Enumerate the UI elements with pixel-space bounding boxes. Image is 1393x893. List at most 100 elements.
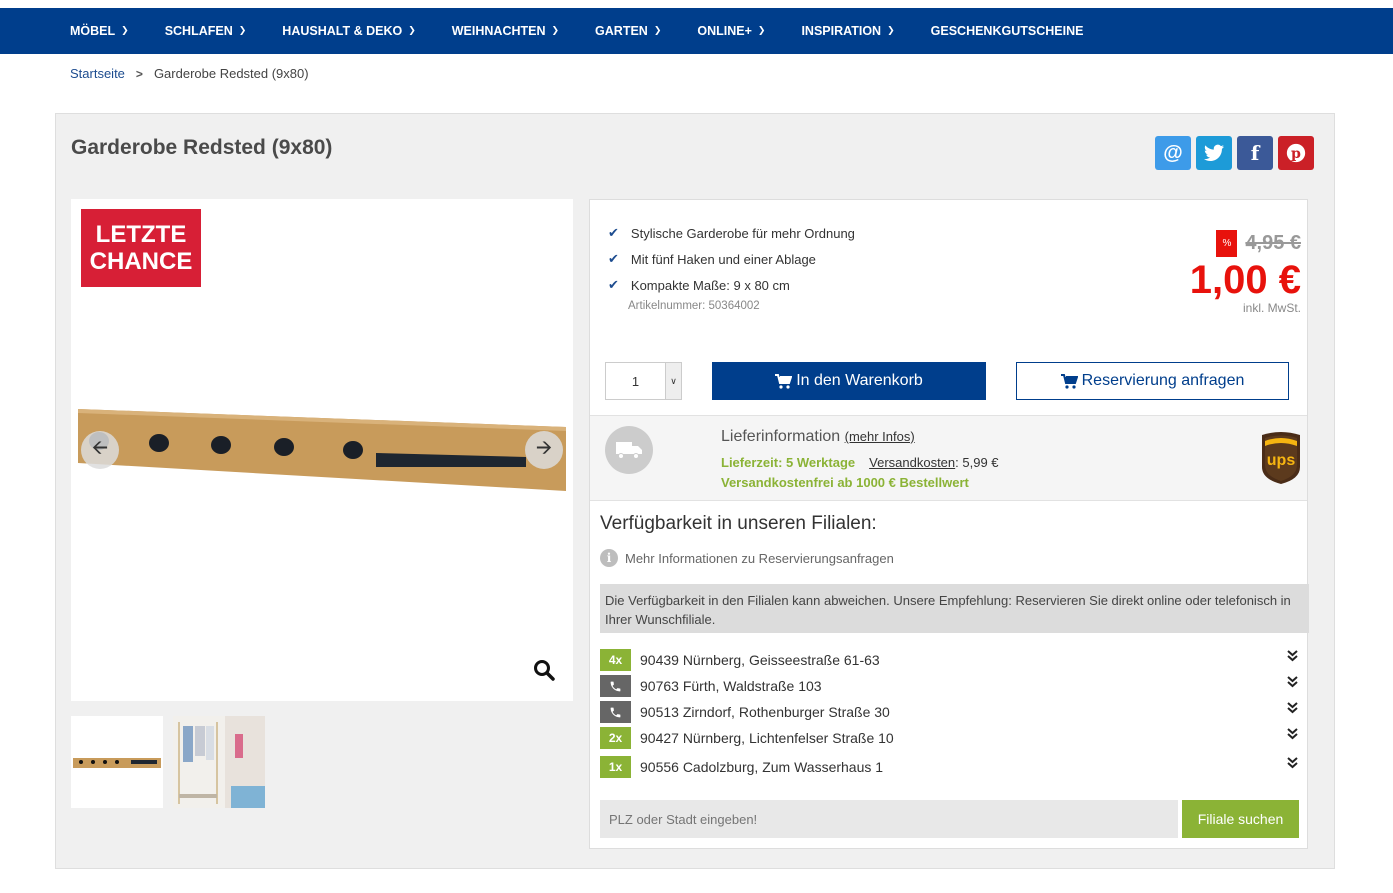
chevron-down-icon: ❯	[887, 24, 895, 35]
phone-icon	[610, 707, 621, 717]
zoom-button[interactable]	[533, 659, 555, 686]
nav-item-geschenkgutscheine[interactable]: GESCHENKGUTSCHEINE	[931, 24, 1084, 38]
nav-item-online-plus[interactable]: ONLINE+ ❯	[697, 24, 765, 38]
feature-text: Mit fünf Haken und einer Ablage	[630, 251, 816, 267]
thumbnail-image	[73, 758, 161, 768]
double-chevron-down-icon[interactable]	[1287, 702, 1298, 717]
nav-item-inspiration[interactable]: INSPIRATION ❯	[801, 24, 894, 38]
cart-icon	[775, 373, 793, 389]
nav-item-label: SCHLAFEN	[164, 24, 233, 38]
at-icon: @	[1163, 141, 1183, 164]
branch-row[interactable]: 90513 Zirndorf, Rothenburger Straße 30	[600, 699, 1300, 725]
availability-title: Verfügbarkeit in unseren Filialen:	[600, 513, 877, 534]
delivery-title: Lieferinformation (mehr Infos)	[721, 428, 915, 446]
current-price: 1,00 €	[1189, 258, 1301, 302]
add-to-cart-button[interactable]: In den Warenkorb	[712, 362, 986, 400]
feature-list: ✔ Stylische Garderobe für mehr Ordnung ✔ M…	[608, 220, 855, 312]
share-email-button[interactable]: @	[1155, 136, 1191, 170]
chevron-down-icon: ❯	[121, 24, 129, 35]
stock-badge: 2x	[600, 727, 631, 749]
nav-item-schlafen[interactable]: SCHLAFEN ❯	[165, 24, 247, 38]
nav-item-label: ONLINE+	[697, 24, 752, 38]
branch-name: 90513 Zirndorf, Rothenburger Straße 30	[640, 704, 890, 720]
nav-item-moebel[interactable]: MÖBEL ❯	[70, 24, 129, 38]
share-buttons: @ f p	[1155, 136, 1314, 170]
chevron-down-icon[interactable]: ∨	[665, 363, 681, 399]
magnifier-icon	[534, 660, 555, 681]
pinterest-icon: p	[1286, 143, 1306, 163]
branch-search-input[interactable]	[600, 800, 1178, 838]
chevron-down-icon: ❯	[653, 24, 662, 35]
share-facebook-button[interactable]: f	[1237, 136, 1273, 170]
branch-name: 90439 Nürnberg, Geisseestraße 61-63	[640, 652, 880, 668]
quantity-select[interactable]: 1 ∨	[605, 362, 682, 400]
branch-search-button[interactable]: Filiale suchen	[1182, 800, 1299, 838]
add-to-cart-label: In den Warenkorb	[796, 372, 923, 389]
article-number: Artikelnummer: 50364002	[628, 300, 760, 312]
share-twitter-button[interactable]	[1196, 136, 1232, 170]
thumbnail-2[interactable]	[173, 716, 265, 808]
branch-row[interactable]: 4x 90439 Nürnberg, Geisseestraße 61-63	[600, 647, 1300, 673]
nav-item-weihnachten[interactable]: WEIHNACHTEN ❯	[452, 24, 559, 38]
info-icon: i	[600, 549, 618, 567]
product-image-gallery: LETZTE CHANCE 🡨 🡪	[71, 199, 573, 701]
reservation-info-text: Mehr Informationen zu Reservierungsanfra…	[625, 550, 894, 566]
ups-logo: ups	[1262, 432, 1300, 484]
branch-name: 90427 Nürnberg, Lichtenfelser Straße 10	[640, 730, 894, 746]
feature-item: ✔ Kompakte Maße: 9 x 80 cm	[608, 272, 855, 298]
truck-icon	[605, 426, 653, 474]
chevron-down-icon: ❯	[408, 24, 416, 35]
phone-badge	[600, 675, 631, 697]
share-pinterest-button[interactable]: p	[1278, 136, 1314, 170]
page-title: Garderobe Redsted (9x80)	[71, 136, 333, 159]
nav-item-label: GARTEN	[595, 24, 648, 38]
feature-text: Kompakte Maße: 9 x 80 cm	[630, 277, 790, 293]
thumbnail-1[interactable]	[71, 716, 163, 808]
delivery-time-row: Lieferzeit: 5 Werktage Versandkosten: 5,9…	[721, 455, 999, 470]
delivery-more-link[interactable]: (mehr Infos)	[845, 429, 915, 444]
double-chevron-down-icon[interactable]	[1287, 676, 1298, 691]
branch-name: 90556 Cadolzburg, Zum Wasserhaus 1	[640, 759, 884, 775]
gallery-prev-button[interactable]: 🡨	[81, 431, 119, 469]
branch-row[interactable]: 1x 90556 Cadolzburg, Zum Wasserhaus 1	[600, 754, 1300, 780]
reservation-info-link[interactable]: i Mehr Informationen zu Reservierungsanfr…	[600, 549, 894, 567]
nav-item-garten[interactable]: GARTEN ❯	[595, 24, 661, 38]
feature-item: ✔ Stylische Garderobe für mehr Ordnung	[608, 220, 855, 246]
branch-name: 90763 Fürth, Waldstraße 103	[640, 678, 822, 694]
delivery-info: Lieferinformation (mehr Infos) Lieferzei…	[590, 415, 1307, 501]
checkmark-icon: ✔	[608, 251, 619, 266]
double-chevron-down-icon[interactable]	[1287, 757, 1298, 772]
phone-badge	[600, 701, 631, 723]
reservation-label: Reservierung anfragen	[1081, 372, 1245, 389]
reservation-button[interactable]: Reservierung anfragen	[1016, 362, 1289, 400]
shipping-cost-link[interactable]: Versandkosten	[869, 455, 955, 470]
main-navigation: MÖBEL ❯ SCHLAFEN ❯ HAUSHALT & DEKO ❯ WEIHNA…	[0, 8, 1393, 54]
feature-item: ✔ Mit fünf Haken und einer Ablage	[608, 246, 855, 272]
product-image	[78, 409, 566, 491]
double-chevron-down-icon[interactable]	[1287, 728, 1298, 743]
branch-row[interactable]: 90763 Fürth, Waldstraße 103	[600, 673, 1300, 699]
arrow-right-icon: 🡪	[535, 437, 553, 459]
breadcrumb-current: Garderobe Redsted (9x80)	[153, 66, 309, 81]
double-chevron-down-icon[interactable]	[1287, 650, 1298, 665]
shipping-cost-value: : 5,99 €	[955, 455, 999, 470]
free-shipping-note: Versandkostenfrei ab 1000 € Bestellwert	[721, 475, 969, 490]
nav-item-label: INSPIRATION	[801, 24, 882, 38]
chevron-down-icon: ❯	[551, 24, 560, 35]
branch-row[interactable]: 2x 90427 Nürnberg, Lichtenfelser Straße …	[600, 725, 1300, 751]
sale-percent-badge: %	[1216, 230, 1238, 257]
product-panel: Garderobe Redsted (9x80) @ f p LETZTE CH…	[55, 113, 1335, 869]
nav-item-label: MÖBEL	[70, 24, 116, 38]
tax-note: inkl. MwSt.	[1242, 301, 1301, 315]
facebook-icon: f	[1250, 141, 1260, 165]
thumbnail-image	[173, 716, 265, 808]
availability-notice: Die Verfügbarkeit in den Filialen kann a…	[600, 584, 1309, 633]
product-info-box: ✔ Stylische Garderobe für mehr Ordnung ✔ M…	[589, 199, 1309, 849]
checkmark-icon: ✔	[608, 277, 619, 292]
svg-text:p: p	[1291, 146, 1301, 162]
delivery-time: Lieferzeit: 5 Werktage	[721, 455, 856, 470]
gallery-next-button[interactable]: 🡪	[525, 431, 563, 469]
breadcrumb-home-link[interactable]: Startseite	[70, 66, 125, 81]
checkmark-icon: ✔	[608, 225, 619, 240]
nav-item-haushalt-deko[interactable]: HAUSHALT & DEKO ❯	[282, 24, 415, 38]
